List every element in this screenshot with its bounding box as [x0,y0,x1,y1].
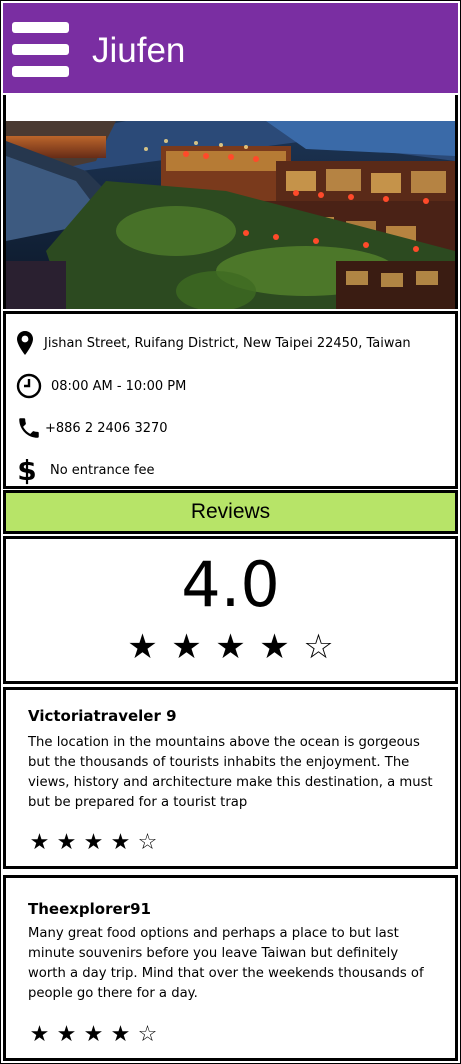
photo-container [3,95,458,309]
location-pin-icon [17,331,33,355]
photo-top-strip [6,95,455,121]
star-filled-icon: ★ [110,1022,131,1047]
average-rating: 4.0 [181,548,280,621]
star-empty-icon: ☆ [137,1022,158,1047]
review-text: Many great food options and perhaps a pl… [28,926,424,1001]
address-row: Jishan Street, Ruifang District, New Tai… [16,330,411,356]
app-frame: Jiufen Jishan Street, Ruifang District, … [0,0,461,1064]
star-filled-icon: ★ [83,1022,104,1047]
star-empty-icon: ☆ [137,830,158,855]
phone-text: +886 2 2406 3270 [45,420,168,436]
hours-row: 08:00 AM - 10:00 PM [16,373,186,399]
page-title: Jiufen [92,31,186,70]
star-filled-icon: ★ [171,627,202,667]
star-filled-icon: ★ [29,1022,50,1047]
hours-text: 08:00 AM - 10:00 PM [51,378,187,394]
review-username: Theexplorer91 [28,900,151,918]
review-card: Victoriatraveler 9 The location in the m… [3,687,458,869]
hamburger-menu-icon[interactable] [12,22,69,78]
review-stars: ★ ★ ★ ★ ☆ [26,831,161,855]
fee-row: $ No entrance fee [16,454,155,486]
star-filled-icon: ★ [83,830,104,855]
place-info-card: Jishan Street, Ruifang District, New Tai… [3,311,458,489]
reviews-section-bar[interactable]: Reviews [3,490,458,534]
phone-icon [19,418,39,438]
star-filled-icon: ★ [127,627,158,667]
star-filled-icon: ★ [110,830,131,855]
dollar-icon: $ [17,454,36,486]
address-text: Jishan Street, Ruifang District, New Tai… [44,335,411,351]
rating-summary: 4.0 ★ ★ ★ ★ ☆ [3,536,458,684]
review-card: Theexplorer91 Many great food options an… [3,875,458,1061]
clock-icon [16,373,42,399]
fee-text: No entrance fee [50,462,155,478]
star-filled-icon: ★ [259,627,290,667]
review-text: The location in the mountains above the … [28,735,433,810]
svg-text:$: $ [17,454,36,486]
rating-stars: ★ ★ ★ ★ ☆ [6,627,455,667]
star-filled-icon: ★ [29,830,50,855]
star-filled-icon: ★ [56,830,77,855]
phone-row: +886 2 2406 3270 [16,415,168,441]
star-filled-icon: ★ [215,627,246,667]
app-header: Jiufen [3,3,458,93]
review-username: Victoriatraveler 9 [28,707,177,725]
review-stars: ★ ★ ★ ★ ☆ [26,1023,161,1047]
jiufen-photo [6,121,455,309]
reviews-label: Reviews [190,500,271,523]
star-filled-icon: ★ [56,1022,77,1047]
star-empty-icon: ☆ [303,627,334,667]
